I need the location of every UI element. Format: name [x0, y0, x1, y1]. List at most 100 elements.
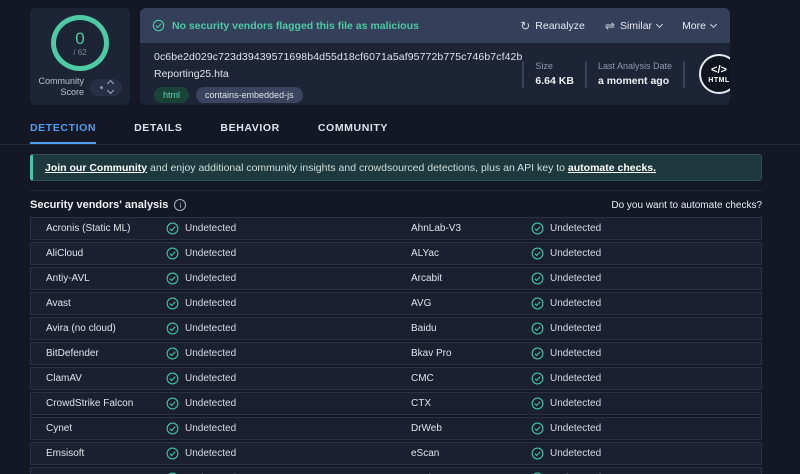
vendor-status: Undetected [531, 222, 601, 235]
chevron-down-icon [709, 20, 718, 28]
vendor-table: Acronis (Static ML) Undetected AhnLab-V3 Un… [30, 217, 762, 474]
vendor-cell: BitDefender Undetected [31, 347, 396, 360]
check-circle-icon [531, 397, 544, 410]
analysis-title: Security vendors' analysis [30, 199, 169, 211]
vendor-status-label: Undetected [550, 423, 602, 434]
check-circle-icon [166, 222, 179, 235]
vendor-cell: Avast Undetected [31, 297, 396, 310]
vendor-cell: ALYac Undetected [396, 247, 761, 260]
more-button[interactable]: More [682, 20, 718, 32]
vendor-status-label: Undetected [185, 423, 237, 434]
tab-community[interactable]: COMMUNITY [318, 114, 388, 144]
check-circle-icon [531, 247, 544, 260]
vendor-status-label: Undetected [550, 348, 602, 359]
check-circle-icon [531, 272, 544, 285]
verdict-banner: No security vendors flagged this file as… [140, 8, 730, 43]
score-ring: 0 / 62 [51, 15, 109, 71]
similar-icon: ⇌ [604, 18, 615, 33]
vendor-status-label: Undetected [185, 348, 237, 359]
vendor-status-label: Undetected [185, 448, 237, 459]
table-row: BitDefender Undetected Bkav Pro Undetected [30, 342, 762, 365]
vendor-name: Cynet [46, 423, 73, 434]
tab-details[interactable]: DETAILS [134, 114, 182, 144]
vendor-status: Undetected [531, 247, 601, 260]
vendor-status-label: Undetected [185, 323, 237, 334]
vendor-name: CrowdStrike Falcon [46, 398, 134, 409]
table-row: Antiy-AVL Undetected Arcabit Undetected [30, 267, 762, 290]
divider [683, 60, 685, 88]
vendor-status-label: Undetected [550, 223, 602, 234]
check-circle-icon [166, 347, 179, 360]
community-score-card: 0 / 62 Community Score [30, 8, 130, 105]
vendor-cell: Baidu Undetected [396, 322, 761, 335]
detection-score: 0 [75, 28, 85, 48]
vendor-status-label: Undetected [550, 398, 602, 409]
vendor-status-label: Undetected [185, 398, 237, 409]
vendor-cell: Cynet Undetected [31, 422, 396, 435]
reanalyze-button[interactable]: ↻ Reanalyze [520, 19, 585, 33]
vendor-status-label: Undetected [185, 248, 237, 259]
vendor-status: Undetected [166, 422, 236, 435]
table-row: ESET-NOD32UndetectedFortinetUndetected [30, 467, 762, 474]
vendor-status-label: Undetected [550, 298, 602, 309]
divider [522, 60, 525, 88]
vendor-status-label: Undetected [185, 273, 237, 284]
table-row: Avast Undetected AVG Undetected [30, 292, 762, 315]
vendor-status: Undetected [531, 447, 601, 460]
vendor-status: Undetected [531, 272, 601, 285]
tag-contains-embedded-js[interactable]: contains-embedded-js [196, 87, 303, 103]
check-circle-icon [166, 247, 179, 260]
vendor-name: Arcabit [411, 273, 443, 284]
detection-total: / 62 [73, 47, 87, 57]
vendor-cell: Emsisoft Undetected [31, 447, 396, 460]
info-icon[interactable]: i [174, 199, 187, 211]
vendor-cell: Bkav Pro Undetected [396, 347, 761, 360]
check-circle-icon [531, 347, 544, 360]
vendor-name: Baidu [411, 323, 437, 334]
similar-button[interactable]: ⇌ Similar [604, 18, 664, 33]
automate-checks-question-link[interactable]: Do you want to automate checks? [611, 200, 762, 211]
size-label: Size [535, 61, 553, 71]
vendor-cell: Arcabit Undetected [396, 272, 761, 285]
automate-checks-link[interactable]: automate checks. [568, 162, 656, 174]
vote-arrows [106, 79, 114, 95]
join-community-link[interactable]: Join our Community [45, 162, 147, 174]
check-circle-icon [166, 372, 179, 385]
vendor-status-label: Undetected [550, 373, 602, 384]
tab-behavior[interactable]: BEHAVIOR [220, 114, 279, 144]
table-row: AliCloud Undetected ALYac Undetected [30, 242, 762, 265]
vendor-name: BitDefender [46, 348, 99, 359]
check-circle-icon [531, 372, 544, 385]
vendor-status-label: Undetected [185, 298, 237, 309]
vendor-name: DrWeb [411, 423, 442, 434]
tag-html[interactable]: html [154, 87, 190, 103]
table-row: Emsisoft Undetected eScan Undetected [30, 442, 762, 465]
table-row: CrowdStrike Falcon Undetected CTX Undetecte… [30, 392, 762, 415]
verdict-message: No security vendors flagged this file as… [172, 19, 419, 32]
vendor-status: Undetected [531, 297, 601, 310]
vendor-status: Undetected [166, 297, 236, 310]
vendor-status: Undetected [166, 447, 236, 460]
vendor-name: Acronis (Static ML) [46, 223, 131, 234]
tab-detection[interactable]: DETECTION [30, 114, 97, 144]
vendor-cell: eScan Undetected [396, 447, 761, 460]
vendor-cell: Avira (no cloud) Undetected [31, 322, 396, 335]
vendor-status: Undetected [531, 397, 601, 410]
community-promo-banner: Join our Community and enjoy additional … [30, 154, 762, 181]
vendor-name: ClamAV [46, 373, 82, 384]
file-name: Reporting25.hta [154, 68, 229, 80]
check-circle-icon [166, 397, 179, 410]
check-circle-icon [531, 422, 544, 435]
vendor-name: Avira (no cloud) [46, 323, 116, 334]
vendor-cell: Antiy-AVL Undetected [31, 272, 396, 285]
vendor-cell: Acronis (Static ML) Undetected [31, 222, 396, 235]
table-row: Cynet Undetected DrWeb Undetected [30, 417, 762, 440]
vendor-status-label: Undetected [550, 448, 602, 459]
vendor-name: Avast [46, 298, 71, 309]
vendor-name: ALYac [411, 248, 439, 259]
promo-text: and enjoy additional community insights … [147, 161, 568, 174]
vendor-status: Undetected [531, 422, 601, 435]
vendor-status: Undetected [531, 347, 601, 360]
vote-widget[interactable] [90, 78, 122, 96]
vendor-name: CMC [411, 373, 434, 384]
